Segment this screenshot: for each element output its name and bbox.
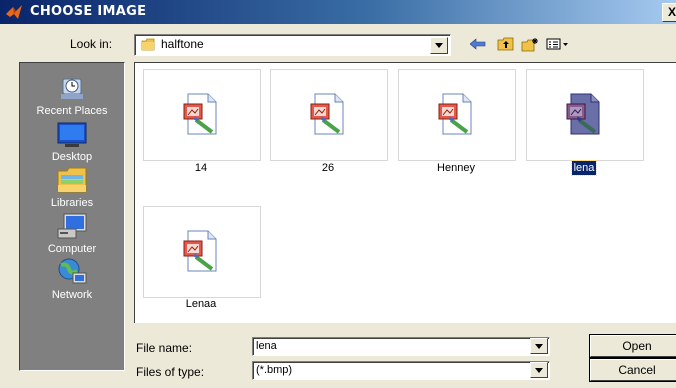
network-icon — [58, 258, 87, 284]
file-thumbnail-lenaa[interactable] — [143, 206, 261, 298]
close-button[interactable]: X — [662, 3, 676, 22]
recent-places-icon — [61, 78, 83, 99]
look-in-value: halftone — [161, 37, 204, 51]
file-label-lenaa[interactable]: Lenaa — [142, 298, 260, 310]
back-button[interactable] — [467, 34, 489, 54]
title-bar[interactable]: CHOOSE IMAGE X — [0, 0, 676, 24]
file-name-dropdown-button[interactable] — [530, 338, 548, 354]
file-name-label: File name: — [136, 341, 193, 355]
desktop-icon — [57, 122, 87, 147]
file-label-26[interactable]: 26 — [269, 162, 387, 174]
view-menu-button[interactable] — [544, 34, 572, 54]
bitmap-file-icon — [183, 230, 217, 272]
file-label-henney[interactable]: Henney — [397, 162, 515, 174]
place-label: Desktop — [51, 151, 93, 163]
computer-icon — [57, 213, 87, 239]
window-title: CHOOSE IMAGE — [30, 4, 147, 19]
bitmap-file-icon — [438, 93, 472, 135]
view-menu-icon — [546, 38, 568, 50]
file-name-input[interactable] — [256, 339, 516, 353]
new-folder-icon — [521, 37, 538, 51]
bitmap-file-icon — [566, 93, 600, 135]
place-recent-places[interactable]: Recent Places — [20, 73, 124, 117]
bitmap-file-icon — [183, 93, 217, 135]
place-network[interactable]: Network — [20, 257, 124, 301]
place-label: Network — [51, 289, 93, 301]
place-label: Libraries — [50, 197, 94, 209]
file-type-dropdown[interactable]: (*.bmp) — [252, 361, 550, 380]
file-thumbnail-14[interactable] — [143, 69, 261, 161]
look-in-dropdown-button[interactable] — [430, 37, 448, 54]
place-desktop[interactable]: Desktop — [20, 119, 124, 163]
chevron-down-icon — [535, 343, 543, 349]
file-type-dropdown-button[interactable] — [530, 362, 548, 378]
file-thumbnail-henney[interactable] — [398, 69, 516, 161]
cancel-button[interactable]: Cancel — [590, 359, 676, 381]
look-in-dropdown[interactable]: halftone — [134, 34, 451, 56]
places-bar: Recent Places Desktop Libraries Computer… — [19, 62, 125, 371]
up-folder-button[interactable] — [494, 34, 516, 54]
file-label-lena[interactable]: lena — [525, 160, 643, 176]
back-arrow-icon — [470, 38, 486, 50]
choose-image-dialog: CHOOSE IMAGE X Look in: halftone Recent … — [0, 0, 676, 388]
file-name-combo[interactable] — [252, 337, 550, 356]
place-label: Recent Places — [36, 105, 108, 117]
look-in-label: Look in: — [70, 37, 113, 51]
libraries-icon — [57, 167, 87, 193]
place-computer[interactable]: Computer — [20, 211, 124, 255]
file-type-value: (*.bmp) — [256, 364, 293, 376]
file-thumbnail-26[interactable] — [270, 69, 388, 161]
file-type-label: Files of type: — [136, 365, 205, 379]
open-button[interactable]: Open — [590, 335, 676, 357]
bitmap-file-icon — [310, 93, 344, 135]
place-label: Computer — [47, 243, 97, 255]
file-label-14[interactable]: 14 — [142, 162, 260, 174]
chevron-down-icon — [535, 367, 543, 373]
matlab-icon — [6, 5, 22, 19]
folder-icon — [141, 38, 155, 51]
up-folder-icon — [497, 37, 513, 51]
new-folder-button[interactable] — [519, 34, 541, 54]
file-thumbnail-lena[interactable] — [526, 69, 644, 161]
chevron-down-icon — [435, 43, 443, 48]
place-libraries[interactable]: Libraries — [20, 165, 124, 209]
